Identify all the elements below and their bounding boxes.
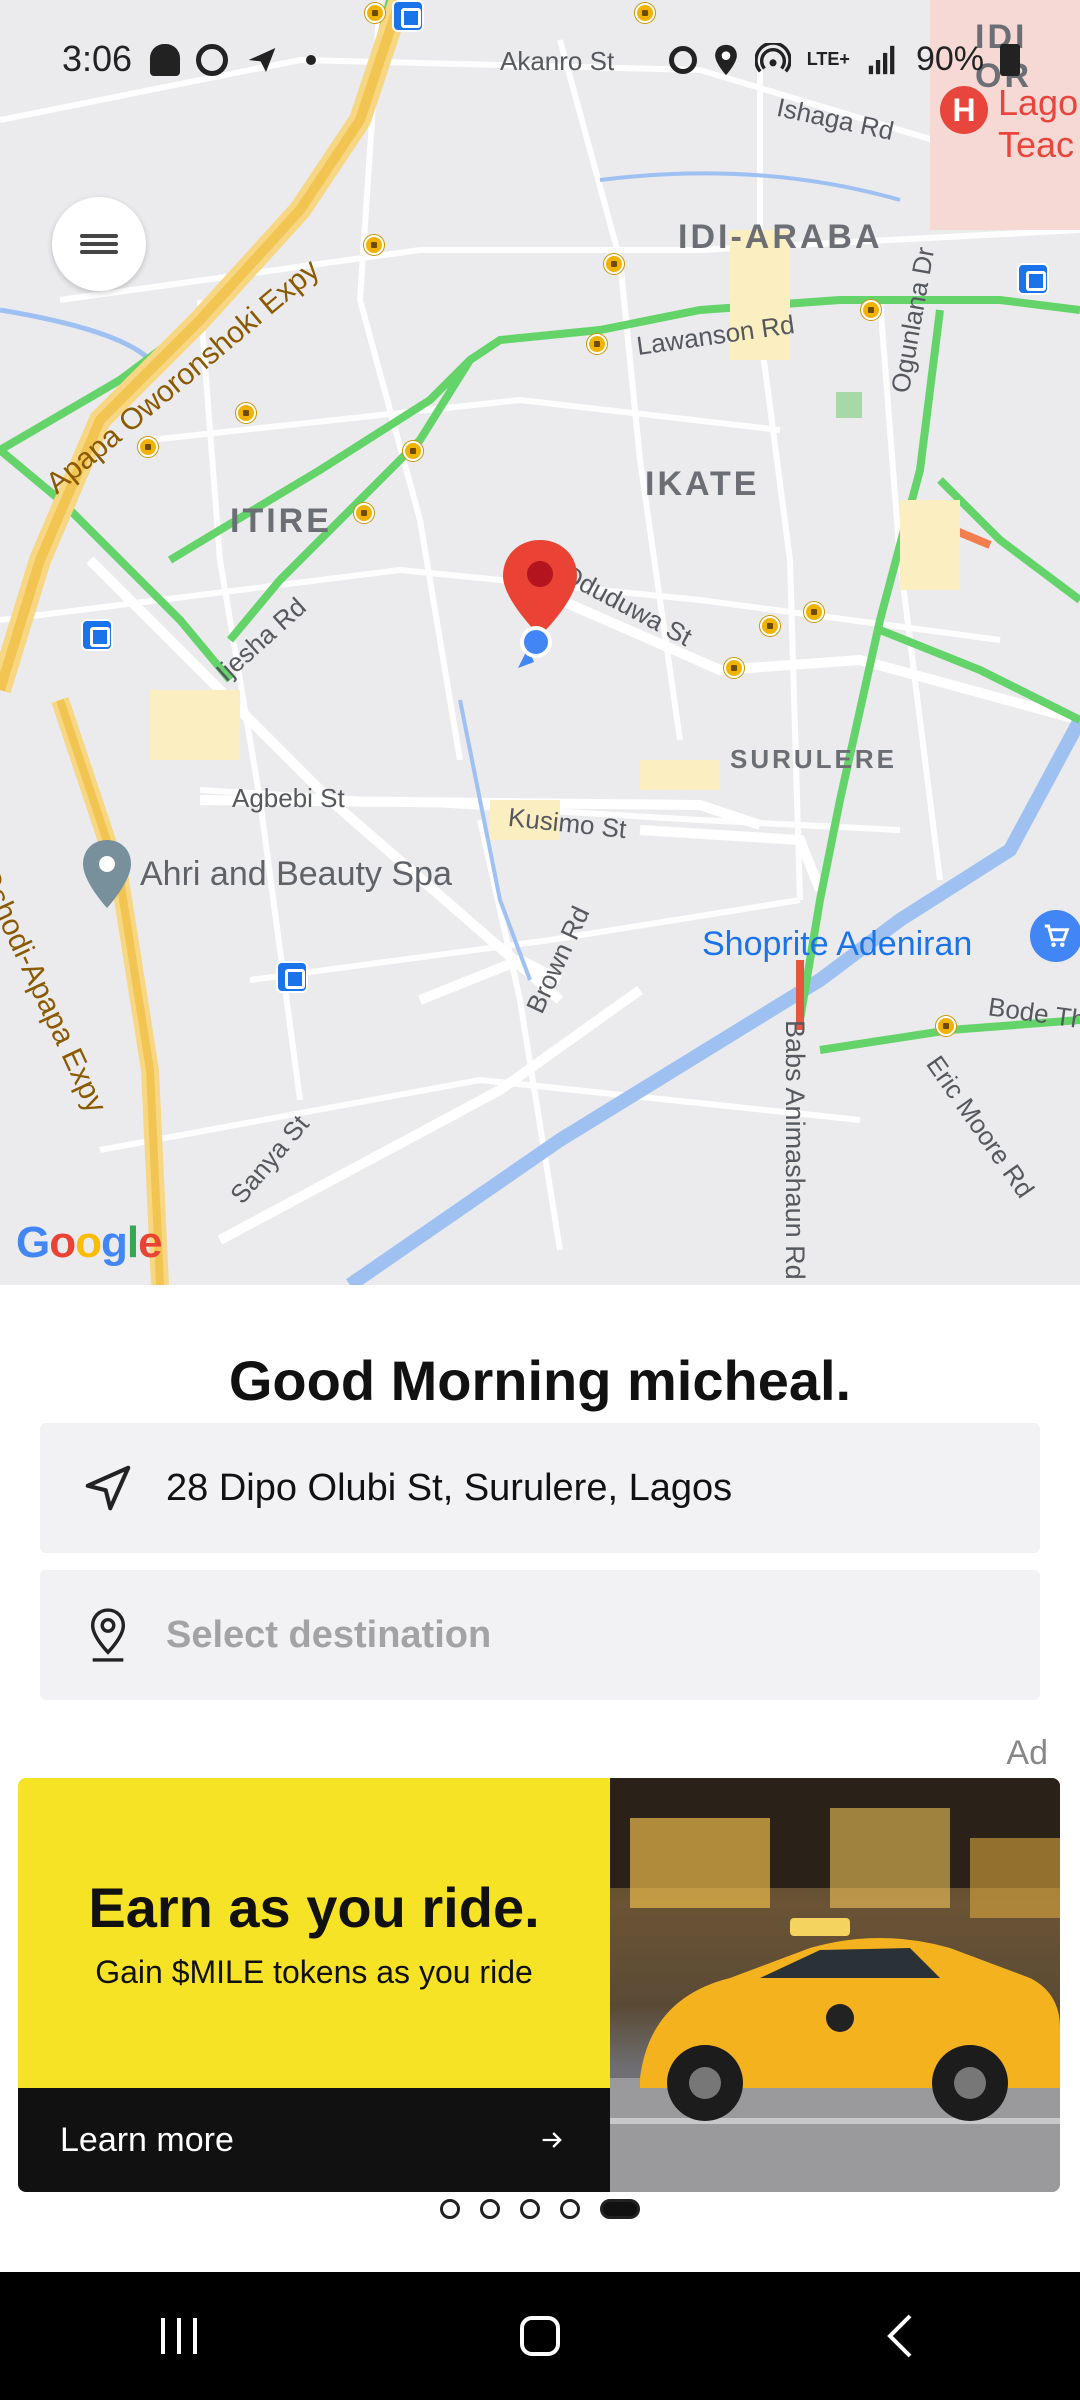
pickup-address: 28 Dipo Olubi St, Surulere, Lagos (166, 1466, 733, 1509)
bus-stop-icon[interactable] (81, 619, 113, 651)
current-location-icon (518, 626, 552, 668)
district-label: IKATE (645, 465, 760, 503)
carousel-dot[interactable] (440, 2199, 460, 2219)
carousel-indicator[interactable] (0, 2199, 1080, 2219)
system-icons: LTE+ 90% (668, 40, 1020, 79)
send-icon (248, 48, 276, 72)
bus-stop-icon[interactable] (276, 961, 308, 993)
learn-more-button[interactable]: Learn more (18, 2088, 610, 2192)
carousel-dot[interactable] (560, 2199, 580, 2219)
battery-text: 90% (915, 40, 984, 78)
recent-apps-icon (161, 2318, 197, 2354)
shopping-cart-icon[interactable] (1030, 910, 1080, 962)
carousel-dot[interactable] (520, 2199, 540, 2219)
place-marker-icon[interactable] (80, 838, 134, 910)
district-label: IDI-ARABA (678, 218, 883, 256)
learn-more-label: Learn more (60, 2120, 234, 2159)
bus-stop-icon[interactable] (1017, 263, 1049, 295)
hospital-icon[interactable]: H (940, 86, 988, 134)
transit-stop-icon[interactable] (236, 403, 256, 423)
signal-icon (868, 45, 895, 74)
poi-spa-label[interactable]: Ahri and Beauty Spa (140, 855, 452, 894)
app-root: IDI-ARABA IKATE ITIRE SURULERE IDI OR Ak… (0, 0, 1080, 2400)
home-icon (520, 2316, 560, 2356)
taxi-photo (610, 1778, 1060, 2192)
dot-icon (306, 55, 316, 65)
system-nav-bar (0, 2272, 1080, 2400)
poi-shop-label[interactable]: Shoprite Adeniran (702, 925, 972, 964)
transit-stop-icon[interactable] (138, 437, 158, 457)
carousel-dot-active[interactable] (600, 2199, 640, 2219)
hamburger-icon (80, 230, 118, 258)
location-icon (714, 44, 737, 75)
ad-banner[interactable]: Earn as you ride. Gain $MILE tokens as y… (18, 1778, 1060, 2192)
transit-stop-icon[interactable] (861, 300, 881, 320)
pickup-field[interactable]: 28 Dipo Olubi St, Surulere, Lagos (40, 1423, 1040, 1553)
transit-stop-icon[interactable] (760, 616, 780, 636)
road-label: Babs Animashaun Rd (780, 1020, 810, 1280)
notification-icons (150, 44, 316, 76)
transit-stop-icon[interactable] (354, 503, 374, 523)
destination-field[interactable]: Select destination (40, 1570, 1040, 1700)
ad-subtitle: Gain $MILE tokens as you ride (95, 1954, 533, 1990)
transit-stop-icon[interactable] (724, 658, 744, 678)
bus-stop-icon[interactable] (392, 0, 424, 32)
hotspot-icon (754, 42, 791, 72)
network-type: LTE+ (806, 49, 850, 69)
greeting-title: Good Morning micheal. (228, 1349, 852, 1412)
district-label: ITIRE (230, 502, 332, 540)
transit-stop-icon[interactable] (365, 3, 385, 23)
district-label: SURULERE (730, 744, 898, 774)
home-button[interactable] (480, 2296, 600, 2376)
poi-hospital-label[interactable]: Lago Teac (998, 82, 1080, 166)
ad-title: Earn as you ride. (88, 1876, 540, 1939)
alarm-icon (668, 45, 697, 74)
bell-icon (150, 44, 180, 76)
navigation-arrow-icon (76, 1461, 140, 1515)
google-logo: Google (16, 1218, 163, 1267)
ad-text-panel: Earn as you ride. Gain $MILE tokens as y… (18, 1778, 610, 2088)
location-pin-icon (76, 1605, 140, 1665)
battery-icon (1000, 43, 1020, 76)
transit-stop-icon[interactable] (635, 3, 655, 23)
transit-stop-icon[interactable] (936, 1016, 956, 1036)
road-label: Akanro St (500, 46, 615, 76)
recent-apps-button[interactable] (120, 2296, 240, 2376)
map-view[interactable]: IDI-ARABA IKATE ITIRE SURULERE IDI OR Ak… (0, 0, 1080, 1285)
back-icon (887, 2314, 912, 2358)
back-button[interactable] (840, 2296, 960, 2376)
transit-stop-icon[interactable] (804, 602, 824, 622)
transit-stop-icon[interactable] (604, 254, 624, 274)
arrow-right-icon (542, 2132, 562, 2148)
transit-stop-icon[interactable] (403, 441, 423, 461)
transit-stop-icon[interactable] (364, 235, 384, 255)
status-time: 3:06 (62, 38, 133, 79)
menu-button[interactable] (52, 197, 146, 291)
destination-placeholder: Select destination (166, 1613, 492, 1656)
road-label: Agbebi St (232, 783, 345, 813)
alarm-icon (196, 44, 228, 76)
transit-stop-icon[interactable] (587, 334, 607, 354)
ad-label: Ad (1006, 1734, 1048, 1772)
carousel-dot[interactable] (480, 2199, 500, 2219)
